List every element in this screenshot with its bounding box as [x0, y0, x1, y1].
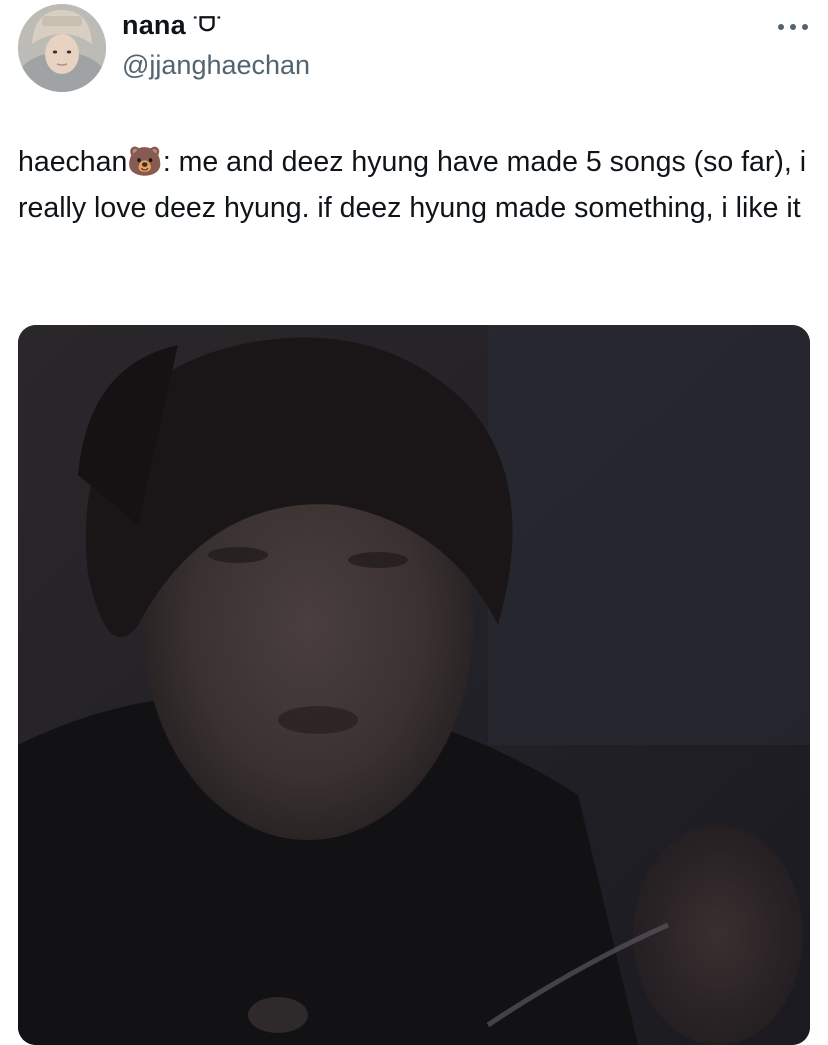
author-display-name[interactable]: nana [122, 10, 186, 41]
author-name-row[interactable]: nana ˙ᗜ˙ [122, 10, 222, 41]
author-name-emoji: ˙ᗜ˙ [191, 14, 223, 36]
avatar-image [18, 4, 106, 92]
ellipsis-icon[interactable] [778, 20, 808, 34]
tweet-card: nana ˙ᗜ˙ @jjanghaechan haechan🐻: me and … [0, 0, 828, 1045]
tweet-media[interactable] [18, 325, 810, 1045]
author-avatar[interactable] [18, 4, 106, 92]
media-image [18, 325, 810, 1045]
tweet-text: haechan🐻: me and deez hyung have made 5 … [18, 146, 814, 224]
author-handle[interactable]: @jjanghaechan [122, 50, 310, 81]
